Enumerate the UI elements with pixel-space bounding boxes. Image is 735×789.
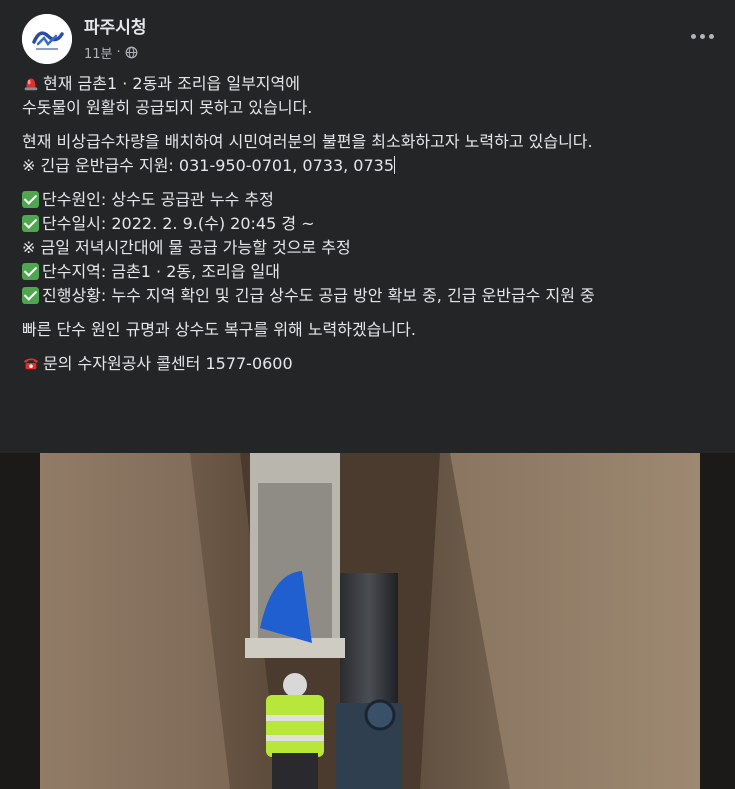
message-paragraph: 문의 수자원공사 콜센터 1577-0600 [22, 352, 722, 376]
message-line: ※ 긴급 운반급수 지원: 031-950-0701, 0733, 0735 [22, 156, 396, 175]
message-line: 단수원인: 상수도 공급관 누수 추정 [22, 188, 722, 212]
check-mark-button-icon [22, 215, 39, 232]
post-photo[interactable] [40, 453, 700, 789]
message-line: ※ 금일 저녁시간대에 물 공급 가능할 것으로 추정 [22, 238, 351, 257]
more-dot-icon [690, 33, 696, 39]
text-cursor [394, 156, 396, 174]
message-line: 수돗물이 원활히 공급되지 못하고 있습니다. [22, 98, 313, 117]
check-mark-button-icon [22, 191, 39, 208]
paju-logo-icon [22, 14, 72, 64]
message-paragraph: 현재 금촌1 · 2동과 조리읍 일부지역에 수돗물이 원활히 공급되지 못하고… [22, 72, 722, 120]
message-line: 현재 금촌1 · 2동과 조리읍 일부지역에 [22, 72, 722, 96]
message-line: 현재 비상급수차량을 배치하여 시민여러분의 불편을 최소화하고자 노력하고 있… [22, 132, 593, 151]
message-line: 빠른 단수 원인 규명과 상수도 복구를 위해 노력하겠습니다. [22, 320, 416, 339]
post-meta: 11분 · [84, 43, 138, 62]
message-paragraph: 현재 비상급수차량을 배치하여 시민여러분의 불편을 최소화하고자 노력하고 있… [22, 130, 722, 178]
post-header: 파주시청 11분 · [0, 0, 735, 66]
post-message: 현재 금촌1 · 2동과 조리읍 일부지역에 수돗물이 원활히 공급되지 못하고… [22, 72, 722, 386]
more-options-button[interactable] [687, 24, 717, 48]
page-avatar[interactable] [22, 14, 72, 64]
message-line: 문의 수자원공사 콜센터 1577-0600 [22, 352, 722, 376]
facebook-post: 파주시청 11분 · 현재 금촌1 · 2동과 조리읍 일부지역에 수돗물이 원… [0, 0, 735, 789]
message-line: 단수일시: 2022. 2. 9.(수) 20:45 경 ~ [22, 212, 722, 236]
check-mark-button-icon [22, 287, 39, 304]
message-line: 진행상황: 누수 지역 확인 및 긴급 상수도 공급 방안 확보 중, 긴급 운… [22, 284, 722, 308]
post-photo-container [0, 453, 735, 789]
excavation-photo-image [40, 453, 700, 789]
message-line: 단수지역: 금촌1 · 2동, 조리읍 일대 [22, 260, 722, 284]
more-dot-icon [708, 33, 714, 39]
post-time-link[interactable]: 11분 [84, 43, 113, 62]
globe-icon[interactable] [125, 46, 138, 59]
more-dot-icon [699, 33, 705, 39]
meta-separator: · [116, 45, 121, 60]
message-paragraph: 단수원인: 상수도 공급관 누수 추정 단수일시: 2022. 2. 9.(수)… [22, 188, 722, 308]
telephone-icon [23, 358, 39, 370]
police-car-light-icon [24, 78, 38, 91]
message-paragraph: 빠른 단수 원인 규명과 상수도 복구를 위해 노력하겠습니다. [22, 318, 722, 342]
check-mark-button-icon [22, 263, 39, 280]
page-name-link[interactable]: 파주시청 [84, 13, 147, 38]
